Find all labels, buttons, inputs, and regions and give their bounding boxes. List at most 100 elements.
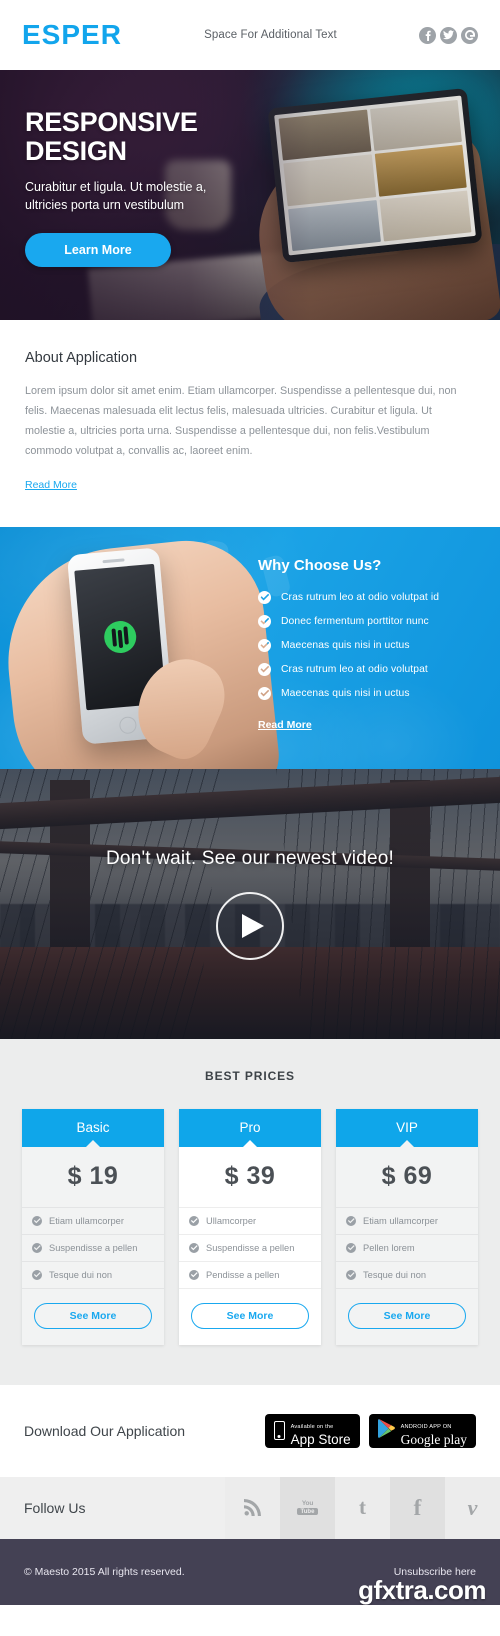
pricing-card-pro: Pro $ 39 Ullamcorper Suspendisse a pelle… bbox=[179, 1108, 321, 1345]
list-item: Cras rutrum leo at odio volutpat bbox=[258, 662, 478, 676]
list-item: Etiam ullamcorper bbox=[22, 1206, 164, 1234]
list-item: Suspendisse a pellen bbox=[22, 1233, 164, 1261]
about-read-more-link[interactable]: Read More bbox=[25, 479, 77, 491]
list-item: Maecenas quis nisi in uctus bbox=[258, 686, 478, 700]
google-play-icon bbox=[377, 1418, 395, 1443]
see-more-button[interactable]: See More bbox=[348, 1302, 466, 1329]
check-circle-icon bbox=[258, 590, 271, 604]
check-circle-icon bbox=[258, 686, 271, 700]
pricing-card-header: Pro bbox=[179, 1108, 321, 1147]
header: ESPER Space For Additional Text bbox=[0, 0, 500, 70]
youtube-icon[interactable]: You Tube bbox=[280, 1476, 335, 1539]
rss-icon[interactable] bbox=[225, 1476, 280, 1539]
hero-section: RESPONSIVE DESIGN Curabitur et ligula. U… bbox=[0, 70, 500, 320]
pricing-card-header: Basic bbox=[22, 1108, 164, 1147]
list-item-label: Pendisse a pellen bbox=[206, 1269, 280, 1280]
hero-subtitle-line2: ultricies porta urn vestibulum bbox=[25, 197, 185, 212]
twitter-icon[interactable] bbox=[440, 26, 457, 44]
check-circle-icon bbox=[258, 638, 271, 652]
list-item: Maecenas quis nisi in uctus bbox=[258, 638, 478, 652]
check-circle-icon bbox=[32, 1215, 42, 1226]
google-play-badge-label: Google play bbox=[400, 1431, 467, 1447]
plan-price: $ 19 bbox=[67, 1161, 119, 1190]
list-item-label: Cras rutrum leo at odio volutpat bbox=[281, 663, 428, 675]
check-circle-icon bbox=[346, 1269, 356, 1280]
brand-logo[interactable]: ESPER bbox=[22, 21, 122, 49]
plan-name: Basic bbox=[76, 1120, 110, 1136]
download-section: Download Our Application Available on th… bbox=[0, 1384, 500, 1477]
twitter-icon[interactable]: t bbox=[335, 1476, 390, 1539]
hero-title-line1: RESPONSIVE bbox=[25, 107, 198, 137]
vimeo-glyph: v bbox=[467, 1494, 478, 1520]
pricing-cards: Basic $ 19 Etiam ullamcorper Suspendisse… bbox=[0, 1108, 500, 1345]
list-item-label: Etiam ullamcorper bbox=[49, 1215, 124, 1226]
pricing-card-basic: Basic $ 19 Etiam ullamcorper Suspendisse… bbox=[22, 1108, 164, 1345]
hero-title: RESPONSIVE DESIGN bbox=[25, 108, 500, 166]
google-play-badge-top: ANDROID APP ON bbox=[400, 1423, 452, 1430]
pricing-card-footer: See More bbox=[22, 1287, 164, 1345]
youtube-icon-bottom: Tube bbox=[297, 1508, 318, 1516]
list-item: Tesque dui non bbox=[22, 1260, 164, 1288]
pricing-card-footer: See More bbox=[336, 1287, 478, 1345]
check-circle-icon bbox=[189, 1215, 199, 1226]
about-body: Lorem ipsum dolor sit amet enim. Etiam u… bbox=[25, 385, 457, 457]
store-badges: Available on the App Store ANDROID APP O… bbox=[264, 1413, 476, 1448]
plan-feature-list: Ullamcorper Suspendisse a pellen Pendiss… bbox=[179, 1206, 321, 1288]
video-title: Don't wait. See our newest video! bbox=[106, 847, 394, 869]
hero-subtitle: Curabitur et ligula. Ut molestie a, ultr… bbox=[25, 178, 240, 214]
pricing-card-footer: See More bbox=[179, 1287, 321, 1345]
pricing-title: BEST PRICES bbox=[205, 1068, 295, 1083]
iphone-icon bbox=[273, 1421, 285, 1441]
plan-feature-list: Etiam ullamcorper Suspendisse a pellen T… bbox=[22, 1206, 164, 1288]
plan-price: $ 69 bbox=[381, 1161, 433, 1190]
list-item-label: Suspendisse a pellen bbox=[49, 1242, 138, 1253]
check-circle-icon bbox=[258, 614, 271, 628]
why-choose-us-section: Why Choose Us? Cras rutrum leo at odio v… bbox=[0, 526, 500, 769]
app-store-badge-top: Available on the bbox=[290, 1423, 334, 1430]
watermark: gfxtra.com bbox=[358, 1574, 486, 1605]
list-item-label: Ullamcorper bbox=[206, 1215, 257, 1226]
header-social-icons bbox=[419, 26, 478, 44]
check-circle-icon bbox=[189, 1269, 199, 1280]
list-item-label: Tesque dui non bbox=[49, 1269, 113, 1280]
play-icon[interactable] bbox=[216, 891, 284, 960]
list-item: Pellen lorem bbox=[336, 1233, 478, 1261]
see-more-button[interactable]: See More bbox=[191, 1302, 309, 1329]
video-content: Don't wait. See our newest video! bbox=[0, 769, 500, 1039]
hero-title-line2: DESIGN bbox=[25, 135, 127, 166]
plan-name: VIP bbox=[396, 1120, 418, 1136]
pricing-card-header: VIP bbox=[336, 1108, 478, 1147]
see-more-button[interactable]: See More bbox=[34, 1302, 152, 1329]
email-template: ESPER Space For Additional Text RESPONSI… bbox=[0, 0, 500, 1605]
facebook-icon[interactable] bbox=[419, 26, 436, 44]
vimeo-icon[interactable]: v bbox=[445, 1476, 500, 1539]
pricing-section: BEST PRICES Basic $ 19 Etiam ullamcorper… bbox=[0, 1038, 500, 1385]
follow-section: Follow Us You Tube t f v bbox=[0, 1476, 500, 1539]
app-store-badge[interactable]: Available on the App Store bbox=[264, 1413, 360, 1448]
check-circle-icon bbox=[346, 1215, 356, 1226]
why-feature-list: Cras rutrum leo at odio volutpat id Done… bbox=[258, 590, 478, 700]
check-circle-icon bbox=[32, 1269, 42, 1280]
check-circle-icon bbox=[32, 1242, 42, 1253]
learn-more-button[interactable]: Learn More bbox=[25, 233, 171, 267]
download-title: Download Our Application bbox=[24, 1422, 186, 1439]
google-play-badge[interactable]: ANDROID APP ON Google play bbox=[368, 1413, 476, 1448]
list-item: Tesque dui non bbox=[336, 1260, 478, 1288]
copyright-text: © Maesto 2015 All rights reserved. bbox=[24, 1565, 185, 1578]
why-read-more-link[interactable]: Read More bbox=[258, 719, 312, 731]
facebook-icon[interactable]: f bbox=[390, 1476, 445, 1539]
google-icon[interactable] bbox=[461, 26, 478, 44]
about-section: About Application Lorem ipsum dolor sit … bbox=[0, 320, 500, 527]
list-item: Cras rutrum leo at odio volutpat id bbox=[258, 590, 478, 604]
check-circle-icon bbox=[258, 662, 271, 676]
check-circle-icon bbox=[346, 1242, 356, 1253]
list-item: Donec fermentum porttitor nunc bbox=[258, 614, 478, 628]
check-circle-icon bbox=[189, 1242, 199, 1253]
footer-bar: © Maesto 2015 All rights reserved. Unsub… bbox=[0, 1538, 500, 1605]
facebook-glyph: f bbox=[413, 1495, 422, 1521]
list-item: Suspendisse a pellen bbox=[179, 1233, 321, 1261]
hero-content: RESPONSIVE DESIGN Curabitur et ligula. U… bbox=[0, 70, 500, 267]
list-item: Pendisse a pellen bbox=[179, 1260, 321, 1288]
plan-name: Pro bbox=[239, 1120, 261, 1136]
why-title: Why Choose Us? bbox=[258, 556, 382, 574]
